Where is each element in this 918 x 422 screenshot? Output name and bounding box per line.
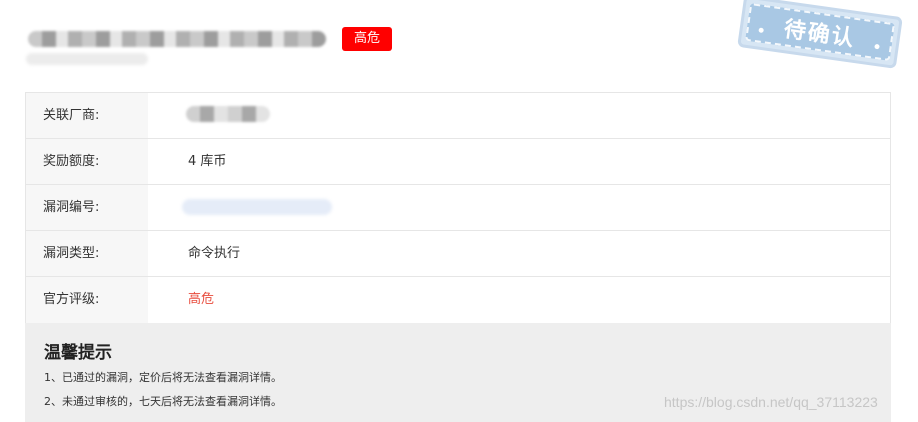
vuln-id-value [148,185,890,230]
vuln-type-label: 漏洞类型: [26,231,148,276]
severity-badge: 高危 [342,27,393,51]
detail-row-vendor: 关联厂商: [26,93,890,139]
vulnerability-details-table: 关联厂商: 奖励额度: 4 库币 漏洞编号: 漏洞类型: 命令执行 官方评级: … [25,92,891,324]
vendor-label: 关联厂商: [26,93,148,138]
detail-row-rating: 官方评级: 高危 [26,277,890,323]
rating-value: 高危 [188,292,215,307]
stamp-text: 待确认 [782,17,858,52]
watermark: https://blog.csdn.net/qq_37113223 [664,394,878,410]
reward-label: 奖励额度: [26,139,148,184]
report-subtitle-redacted [26,53,148,65]
reward-value: 4 库币 [188,154,227,169]
tip-item: 2、未通过审核的，七天后将无法查看漏洞详情。 [44,395,282,408]
vuln-id-label: 漏洞编号: [26,185,148,230]
report-header: 高危 [24,26,724,72]
report-title-redacted [28,31,326,47]
vendor-value [148,93,890,138]
pending-confirmation-stamp: 待确认 [737,0,903,69]
rating-label: 官方评级: [26,277,148,323]
vendor-value-redacted [186,106,270,122]
detail-row-vuln-type: 漏洞类型: 命令执行 [26,231,890,277]
detail-row-reward: 奖励额度: 4 库币 [26,139,890,185]
vuln-type-value: 命令执行 [188,246,241,261]
tips-title: 温馨提示 [44,343,112,363]
detail-row-vuln-id: 漏洞编号: [26,185,890,231]
tip-item: 1、已通过的漏洞，定价后将无法查看漏洞详情。 [44,371,282,384]
vuln-id-value-redacted [182,199,332,215]
